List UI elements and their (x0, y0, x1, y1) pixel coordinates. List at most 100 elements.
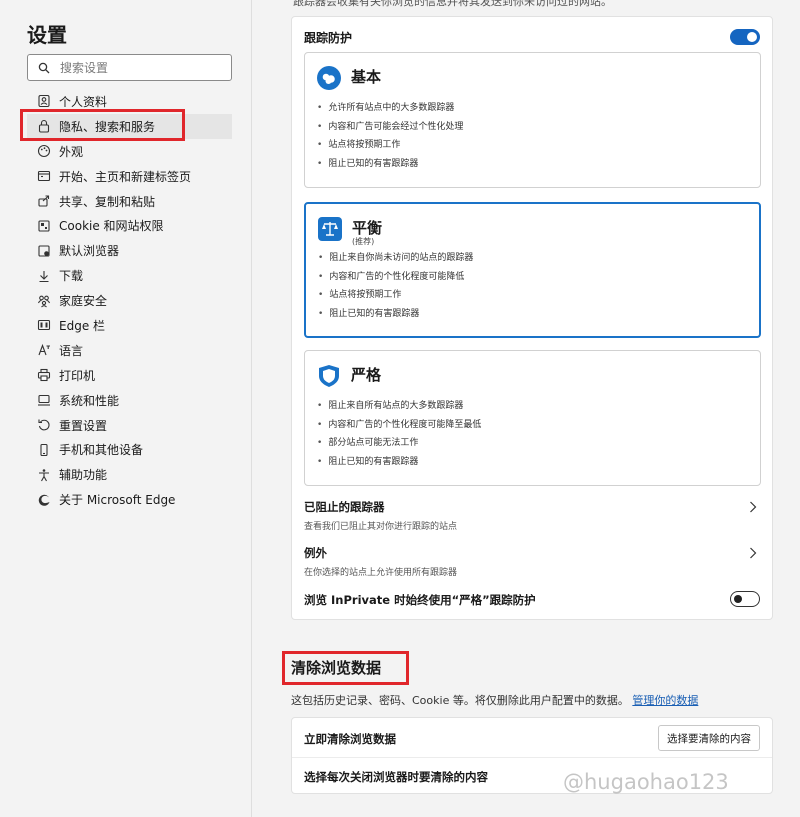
sidebar-item-phone[interactable]: 手机和其他设备 (27, 437, 232, 462)
tracking-prevention-title: 跟踪防护 (304, 31, 353, 45)
sidebar-item-label: Edge 栏 (59, 318, 106, 333)
sidebar-item-label: 系统和性能 (59, 393, 120, 408)
phone-icon (37, 443, 51, 457)
manage-data-link[interactable]: 管理你的数据 (632, 694, 698, 707)
sidebar-item-label: 外观 (59, 144, 84, 159)
level-basic[interactable]: 基本 允许所有站点中的大多数跟踪器 内容和广告可能会经过个性化处理 站点将按预期… (304, 52, 761, 188)
sidebar-item-default-browser[interactable]: 默认浏览器 (27, 238, 232, 263)
level-recommended: (推荐) (352, 237, 375, 246)
reset-icon (37, 418, 51, 432)
system-icon (37, 393, 51, 407)
level-strict[interactable]: 严格 阻止来自所有站点的大多数跟踪器 内容和广告的个性化程度可能降至最低 部分站… (304, 350, 761, 486)
sidebar-item-label: 打印机 (59, 368, 96, 383)
sidebar-item-share[interactable]: 共享、复制和粘贴 (27, 189, 232, 214)
row-title: 浏览 InPrivate 时始终使用“严格”跟踪防护 (304, 593, 536, 607)
bullet-item: 站点将按预期工作 (318, 286, 473, 305)
chevron-right-icon (750, 547, 757, 559)
exceptions-row[interactable]: 例外 在你选择的站点上允许使用所有跟踪器 (304, 545, 761, 578)
clear-now-label: 立即清除浏览数据 (304, 732, 396, 746)
choose-what-to-clear-button[interactable]: 选择要清除的内容 (658, 725, 760, 751)
bullet-item: 阻止已知的有害跟踪器 (318, 305, 473, 324)
level-title: 严格 (351, 366, 382, 384)
edge-bar-icon (37, 318, 51, 332)
cookie-icon (37, 219, 51, 233)
bullet-item: 站点将按预期工作 (317, 136, 463, 155)
sidebar-item-label: 语言 (59, 343, 84, 358)
bullet-item: 部分站点可能无法工作 (317, 434, 481, 453)
divider (292, 757, 772, 758)
sidebar-item-privacy[interactable]: 隐私、搜索和服务 (27, 113, 232, 139)
sidebar-item-label: 隐私、搜索和服务 (59, 119, 156, 134)
main-content: 跟踪器会收集有关你浏览的信息并将其发送到你未访问过的网站。 跟踪防护 基本 允许… (253, 0, 800, 817)
tracking-prevention-card: 跟踪防护 基本 允许所有站点中的大多数跟踪器 内容和广告可能会经过个性化处理 站… (291, 16, 773, 620)
sidebar-item-downloads[interactable]: 下载 (27, 263, 232, 288)
home-icon (37, 169, 51, 183)
sidebar-item-edge-bar[interactable]: Edge 栏 (27, 313, 232, 338)
language-icon (37, 343, 51, 357)
sidebar-item-label: 关于 Microsoft Edge (59, 493, 176, 508)
sidebar: 设置 个人资料 隐私、搜索和服务 外观 开始、主页和新建标签页 共享、复制和粘贴… (0, 0, 252, 817)
inprivate-strict-toggle[interactable] (730, 591, 760, 607)
sidebar-item-start-home[interactable]: 开始、主页和新建标签页 (27, 164, 232, 189)
family-icon (37, 294, 51, 308)
sidebar-item-appearance[interactable]: 外观 (27, 139, 232, 164)
sidebar-item-label: 下载 (59, 269, 84, 284)
sidebar-item-reset[interactable]: 重置设置 (27, 413, 232, 438)
bullet-item: 内容和广告的个性化程度可能降低 (318, 268, 473, 287)
lock-icon (37, 119, 51, 133)
sidebar-item-printers[interactable]: 打印机 (27, 363, 232, 388)
inprivate-strict-row: 浏览 InPrivate 时始终使用“严格”跟踪防护 (304, 592, 761, 608)
sidebar-item-label: 个人资料 (59, 94, 108, 109)
balance-scale-icon (318, 217, 342, 241)
sidebar-item-label: 手机和其他设备 (59, 443, 144, 458)
row-title: 已阻止的跟踪器 (304, 500, 385, 514)
sidebar-item-profile[interactable]: 个人资料 (27, 89, 232, 114)
bullet-item: 阻止已知的有害跟踪器 (317, 453, 481, 472)
search-icon (38, 62, 50, 73)
printer-icon (37, 368, 51, 382)
bullet-item: 允许所有站点中的大多数跟踪器 (317, 99, 463, 118)
tracking-intro-text: 跟踪器会收集有关你浏览的信息并将其发送到你未访问过的网站。 (293, 0, 612, 8)
sidebar-item-language[interactable]: 语言 (27, 338, 232, 363)
clear-browsing-data-title: 清除浏览数据 (291, 659, 382, 677)
sidebar-item-accessibility[interactable]: 辅助功能 (27, 462, 232, 487)
browser-icon (37, 244, 51, 258)
sidebar-item-label: Cookie 和网站权限 (59, 219, 164, 234)
level-bullets: 阻止来自所有站点的大多数跟踪器 内容和广告的个性化程度可能降至最低 部分站点可能… (317, 397, 481, 472)
strict-shield-icon (319, 365, 339, 387)
sidebar-item-about[interactable]: 关于 Microsoft Edge (27, 487, 232, 512)
row-desc: 在你选择的站点上允许使用所有跟踪器 (304, 568, 458, 578)
clear-data-card: 立即清除浏览数据 选择要清除的内容 选择每次关闭浏览器时要清除的内容 (291, 717, 773, 794)
tracking-prevention-toggle[interactable] (730, 29, 760, 45)
profile-icon (37, 94, 51, 108)
bullet-item: 阻止已知的有害跟踪器 (317, 155, 463, 174)
download-icon (37, 269, 51, 283)
bullet-item: 阻止来自你尚未访问的站点的跟踪器 (318, 249, 473, 268)
level-balanced[interactable]: 平衡 (推荐) 阻止来自你尚未访问的站点的跟踪器 内容和广告的个性化程度可能降低… (304, 202, 761, 338)
search-input[interactable] (60, 60, 210, 75)
sidebar-item-system[interactable]: 系统和性能 (27, 388, 232, 413)
search-box[interactable] (27, 54, 232, 81)
sidebar-title: 设置 (27, 23, 67, 47)
edge-logo-icon (37, 493, 51, 507)
row-desc: 查看我们已阻止其对你进行跟踪的站点 (304, 522, 458, 532)
sidebar-item-family[interactable]: 家庭安全 (27, 288, 232, 313)
bullet-item: 内容和广告的个性化程度可能降至最低 (317, 416, 481, 435)
level-title: 平衡 (352, 219, 383, 237)
level-bullets: 允许所有站点中的大多数跟踪器 内容和广告可能会经过个性化处理 站点将按预期工作 … (317, 99, 463, 174)
sidebar-item-cookies[interactable]: Cookie 和网站权限 (27, 213, 232, 238)
basic-shield-icon (317, 66, 341, 90)
clear-browsing-data-desc: 这包括历史记录、密码、Cookie 等。将仅删除此用户配置中的数据。 管理你的数… (291, 692, 698, 708)
row-title: 例外 (304, 546, 327, 560)
sidebar-item-label: 辅助功能 (59, 468, 108, 483)
sidebar-item-label: 重置设置 (59, 418, 108, 433)
clear-on-close-row[interactable]: 选择每次关闭浏览器时要清除的内容 (304, 769, 488, 785)
level-bullets: 阻止来自你尚未访问的站点的跟踪器 内容和广告的个性化程度可能降低 站点将按预期工… (318, 249, 473, 324)
bullet-item: 阻止来自所有站点的大多数跟踪器 (317, 397, 481, 416)
chevron-right-icon (750, 501, 757, 513)
palette-icon (37, 144, 51, 158)
desc-text: 这包括历史记录、密码、Cookie 等。将仅删除此用户配置中的数据。 (291, 694, 629, 707)
level-title: 基本 (351, 68, 382, 86)
accessibility-icon (37, 468, 51, 482)
blocked-trackers-row[interactable]: 已阻止的跟踪器 查看我们已阻止其对你进行跟踪的站点 (304, 499, 761, 532)
